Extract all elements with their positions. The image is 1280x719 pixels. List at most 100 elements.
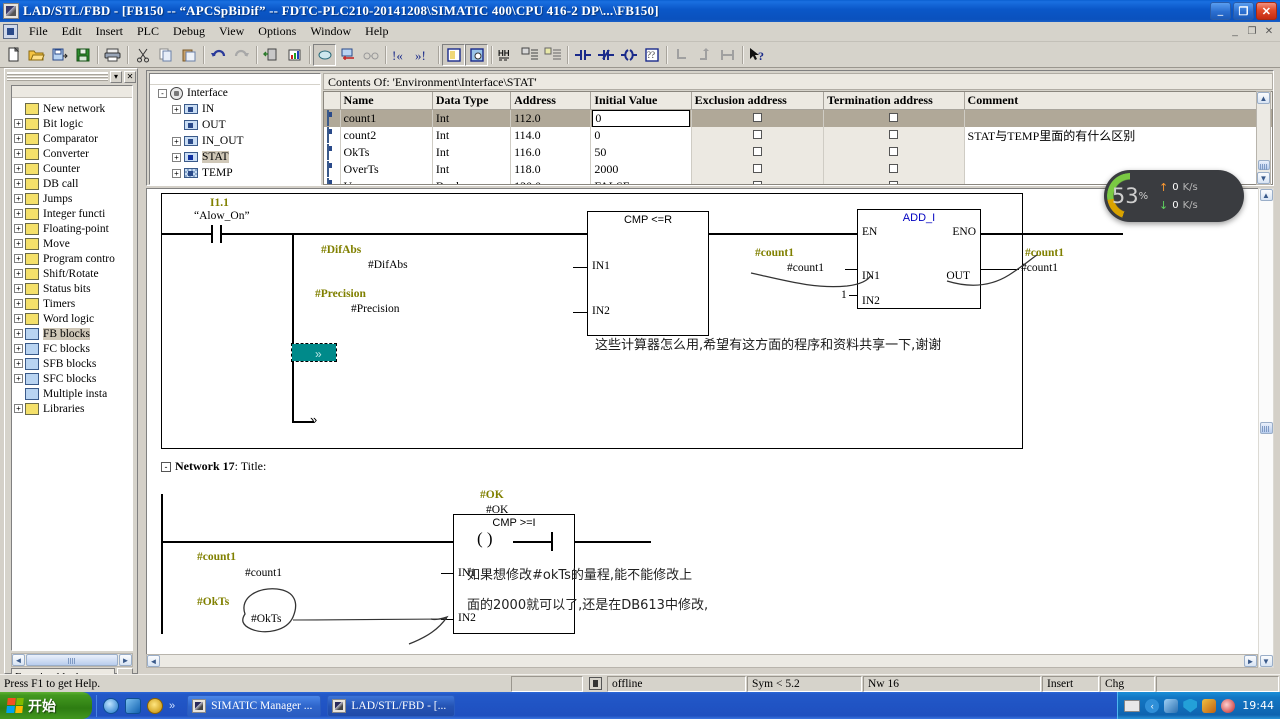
scroll-thumb[interactable] [1257, 160, 1270, 170]
cell-comment[interactable]: STAT与TEMP里面的有什么区别 [964, 126, 1272, 144]
redo-icon[interactable] [230, 44, 253, 66]
scroll-down-button[interactable]: ▼ [1257, 172, 1270, 184]
tree-item-counter[interactable]: + Counter [14, 161, 132, 176]
ie-icon[interactable] [103, 697, 119, 714]
ladder-scroll-right-button[interactable]: ► [1244, 655, 1257, 667]
show-hidden-icon[interactable]: ‹ [1145, 698, 1160, 713]
network-icon[interactable] [1164, 698, 1179, 713]
menu-debug[interactable]: Debug [166, 22, 212, 41]
mdi-restore-button[interactable]: ❐ [1244, 25, 1260, 39]
expand-toggle[interactable]: + [172, 152, 181, 162]
symbol-information-icon[interactable] [541, 44, 564, 66]
tree-item-jumps[interactable]: + Jumps [14, 191, 132, 206]
branch-close-icon[interactable] [693, 44, 716, 66]
tree-item-sfc-blocks[interactable]: + SFC blocks [14, 371, 132, 386]
expand-toggle[interactable]: + [14, 359, 23, 368]
cell-name[interactable]: OverTs [340, 160, 433, 178]
column-header-initial-value[interactable]: Initial Value [590, 92, 692, 110]
scroll-thumb[interactable] [26, 654, 118, 666]
declaration-vertical-scrollbar[interactable]: ▲ ▼ [1256, 91, 1271, 185]
expand-toggle[interactable]: + [172, 168, 181, 178]
expand-toggle[interactable]: + [14, 209, 23, 218]
expand-toggle[interactable]: + [14, 374, 23, 383]
tree-item-word-logic[interactable]: + Word logic [14, 311, 132, 326]
cell-termination-address[interactable] [823, 126, 965, 144]
cell-address[interactable]: 120.0 [510, 177, 592, 184]
undo-icon[interactable] [207, 44, 230, 66]
menu-window[interactable]: Window [303, 22, 358, 41]
cell-name[interactable]: OkTs [340, 143, 433, 161]
cell-termination-address[interactable] [823, 109, 965, 127]
initial-value-input[interactable]: 0 [592, 109, 690, 127]
zoom-window-icon[interactable] [465, 43, 488, 66]
checkbox[interactable] [889, 129, 899, 139]
save-icon[interactable] [71, 44, 94, 66]
checkbox[interactable] [752, 163, 762, 173]
go-to-first-error-icon[interactable]: !« [389, 44, 412, 66]
cell-data-type[interactable]: Int [432, 160, 512, 178]
tree-item-floating-point[interactable]: + Floating-point [14, 221, 132, 236]
cell-exclusion-address[interactable] [691, 109, 825, 127]
program-elements-tree[interactable]: New network + Bit logic + Comparator + Convert… [11, 85, 133, 651]
tree-item-new-network[interactable]: New network [14, 101, 132, 116]
expand-toggle[interactable]: + [14, 314, 23, 323]
cell-comment[interactable] [964, 109, 1272, 127]
media-icon[interactable] [147, 697, 163, 714]
tree-item-libraries[interactable]: + Libraries [14, 401, 132, 416]
interface-node-interface[interactable]: - Interface [150, 85, 320, 101]
tree-item-converter[interactable]: + Converter [14, 146, 132, 161]
column-header-data-type[interactable]: Data Type [432, 92, 512, 110]
column-header-address[interactable]: Address [510, 92, 592, 110]
monitor-variable-icon[interactable] [283, 44, 306, 66]
cell-exclusion-address[interactable] [691, 177, 825, 184]
cell-data-type[interactable]: Int [432, 126, 512, 144]
tree-item-multiple-insta[interactable]: Multiple insta [14, 386, 132, 401]
connector-icon[interactable] [716, 44, 739, 66]
checkbox[interactable] [889, 112, 899, 122]
tree-item-db-call[interactable]: + DB call [14, 176, 132, 191]
cell-data-type[interactable]: Int [432, 143, 512, 161]
new-document-icon[interactable] [2, 44, 25, 66]
expand-toggle[interactable]: + [14, 134, 23, 143]
tree-item-fc-blocks[interactable]: + FC blocks [14, 341, 132, 356]
minimize-button[interactable]: _ [1210, 2, 1231, 20]
ladder-horizontal-scrollbar[interactable]: ◄ ► [146, 654, 1258, 668]
cell-exclusion-address[interactable] [691, 126, 825, 144]
maximize-button[interactable]: ❐ [1233, 2, 1254, 20]
checkbox[interactable] [752, 180, 762, 184]
paste-icon[interactable] [177, 44, 200, 66]
scroll-right-button[interactable]: ► [119, 654, 132, 666]
expand-toggle[interactable]: + [14, 284, 23, 293]
expand-toggle[interactable]: + [14, 164, 23, 173]
menu-file[interactable]: File [22, 22, 55, 41]
glasses-monitor-icon[interactable] [359, 44, 382, 66]
expand-toggle[interactable]: + [14, 179, 23, 188]
cell-exclusion-address[interactable] [691, 143, 825, 161]
overview-window-icon[interactable] [442, 43, 465, 66]
interface-node-in[interactable]: + IN [150, 101, 320, 117]
interface-tree[interactable]: - Interface + IN OUT + IN_OUT + STAT + TEMP [149, 73, 321, 185]
interface-node-temp[interactable]: + TEMP [150, 165, 320, 181]
declaration-row[interactable]: OkTs Int 116.0 50 [324, 143, 1272, 161]
menu-help[interactable]: Help [358, 22, 395, 41]
menu-view[interactable]: View [212, 22, 251, 41]
mdi-close-button[interactable]: ✕ [1261, 25, 1277, 39]
normally-closed-contact-icon[interactable] [594, 44, 617, 66]
cell-termination-address[interactable] [823, 143, 965, 161]
taskbar-button-lad-stl-fbd[interactable]: LAD/STL/FBD - [... [327, 694, 456, 717]
taskbar-button-simatic-manager[interactable]: SIMATIC Manager ... [187, 694, 322, 717]
save-as-icon[interactable] [48, 44, 71, 66]
cell-name[interactable]: count2 [340, 126, 433, 144]
new-network-icon[interactable]: HH [495, 44, 518, 66]
cell-initial-value[interactable]: 50 [590, 143, 692, 161]
panel-horizontal-scrollbar[interactable]: ◄ ► [11, 653, 133, 667]
ladder-scroll-thumb[interactable] [1259, 422, 1273, 434]
cell-initial-value[interactable]: 2000 [590, 160, 692, 178]
cut-icon[interactable] [131, 44, 154, 66]
checkbox[interactable] [889, 180, 899, 184]
antivirus-icon[interactable] [1202, 698, 1217, 713]
expand-toggle[interactable]: + [14, 224, 23, 233]
menu-insert[interactable]: Insert [89, 22, 130, 41]
expand-toggle[interactable]: + [14, 254, 23, 263]
tree-item-comparator[interactable]: + Comparator [14, 131, 132, 146]
